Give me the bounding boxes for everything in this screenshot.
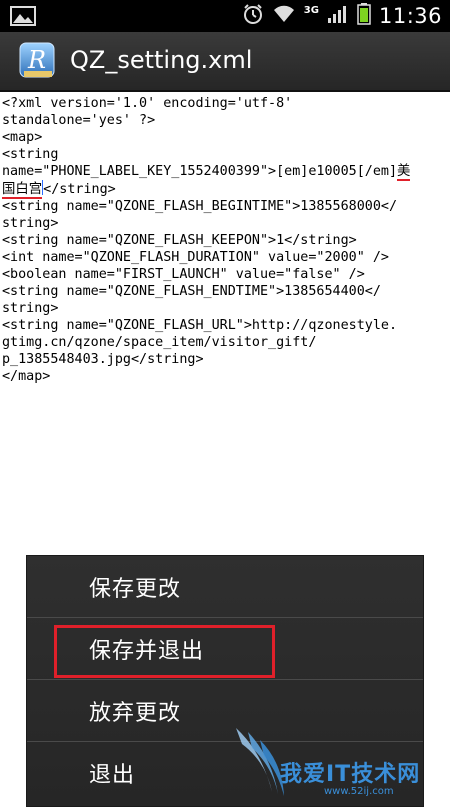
app-logo-icon[interactable]: R [18,41,58,81]
xml-line: standalone='yes' ?> [2,113,156,128]
status-bar: 3G 11:36 [0,0,450,32]
watermark-text: 我爱IT技术网 [280,762,421,787]
alarm-icon [242,3,264,29]
menu-item-label: 保存更改 [89,576,182,602]
xml-line: <string name="QZONE_FLASH_KEEPON">1</str… [2,233,357,248]
gallery-notification-icon [10,6,36,26]
xml-line: p_1385548403.jpg</string> [2,352,204,367]
page-title: QZ_setting.xml [70,46,253,74]
xml-line: name="PHONE_LABEL_KEY_1552400399">[em]e1… [2,164,398,179]
svg-text:R: R [27,46,46,74]
xml-line: <string name="QZONE_FLASH_ENDTIME">13856… [2,284,381,299]
menu-item-label: 放弃更改 [89,700,182,726]
xml-line: string> [2,301,59,316]
menu-item-label: 退出 [89,762,136,788]
menu-item-save-changes[interactable]: 保存更改 [27,556,423,617]
xml-line: <map> [2,130,43,145]
wifi-icon [272,4,296,28]
highlighted-text: 美 [397,164,411,181]
signal-icon [327,4,349,28]
battery-icon [357,3,371,29]
highlight-annotation-box [54,625,275,678]
xml-text-editor[interactable]: <?xml version='1.0' encoding='utf-8' sta… [2,95,448,385]
watermark-url: www.52ij.com [324,786,394,797]
highlighted-text: 国白宫 [2,182,43,199]
network-type: 3G [303,4,319,16]
action-bar: R QZ_setting.xml [0,32,450,92]
xml-line: <string name="QZONE_FLASH_URL">http://qz… [2,318,398,333]
xml-line: string> [2,216,59,231]
xml-line: </string> [43,182,116,197]
watermark: 我爱IT技术网 www.52ij.com [232,722,450,800]
xml-line: <?xml version='1.0' encoding='utf-8' [2,96,293,111]
xml-line: <string [2,147,59,162]
xml-line: <int name="QZONE_FLASH_DURATION" value="… [2,250,389,265]
xml-line: <boolean name="FIRST_LAUNCH" value="fals… [2,267,365,282]
xml-line: <string name="QZONE_FLASH_BEGINTIME">138… [2,199,398,214]
xml-line: </map> [2,369,51,384]
xml-line: gtimg.cn/qzone/space_item/visitor_gift/ [2,335,317,350]
clock: 11:36 [378,4,442,28]
